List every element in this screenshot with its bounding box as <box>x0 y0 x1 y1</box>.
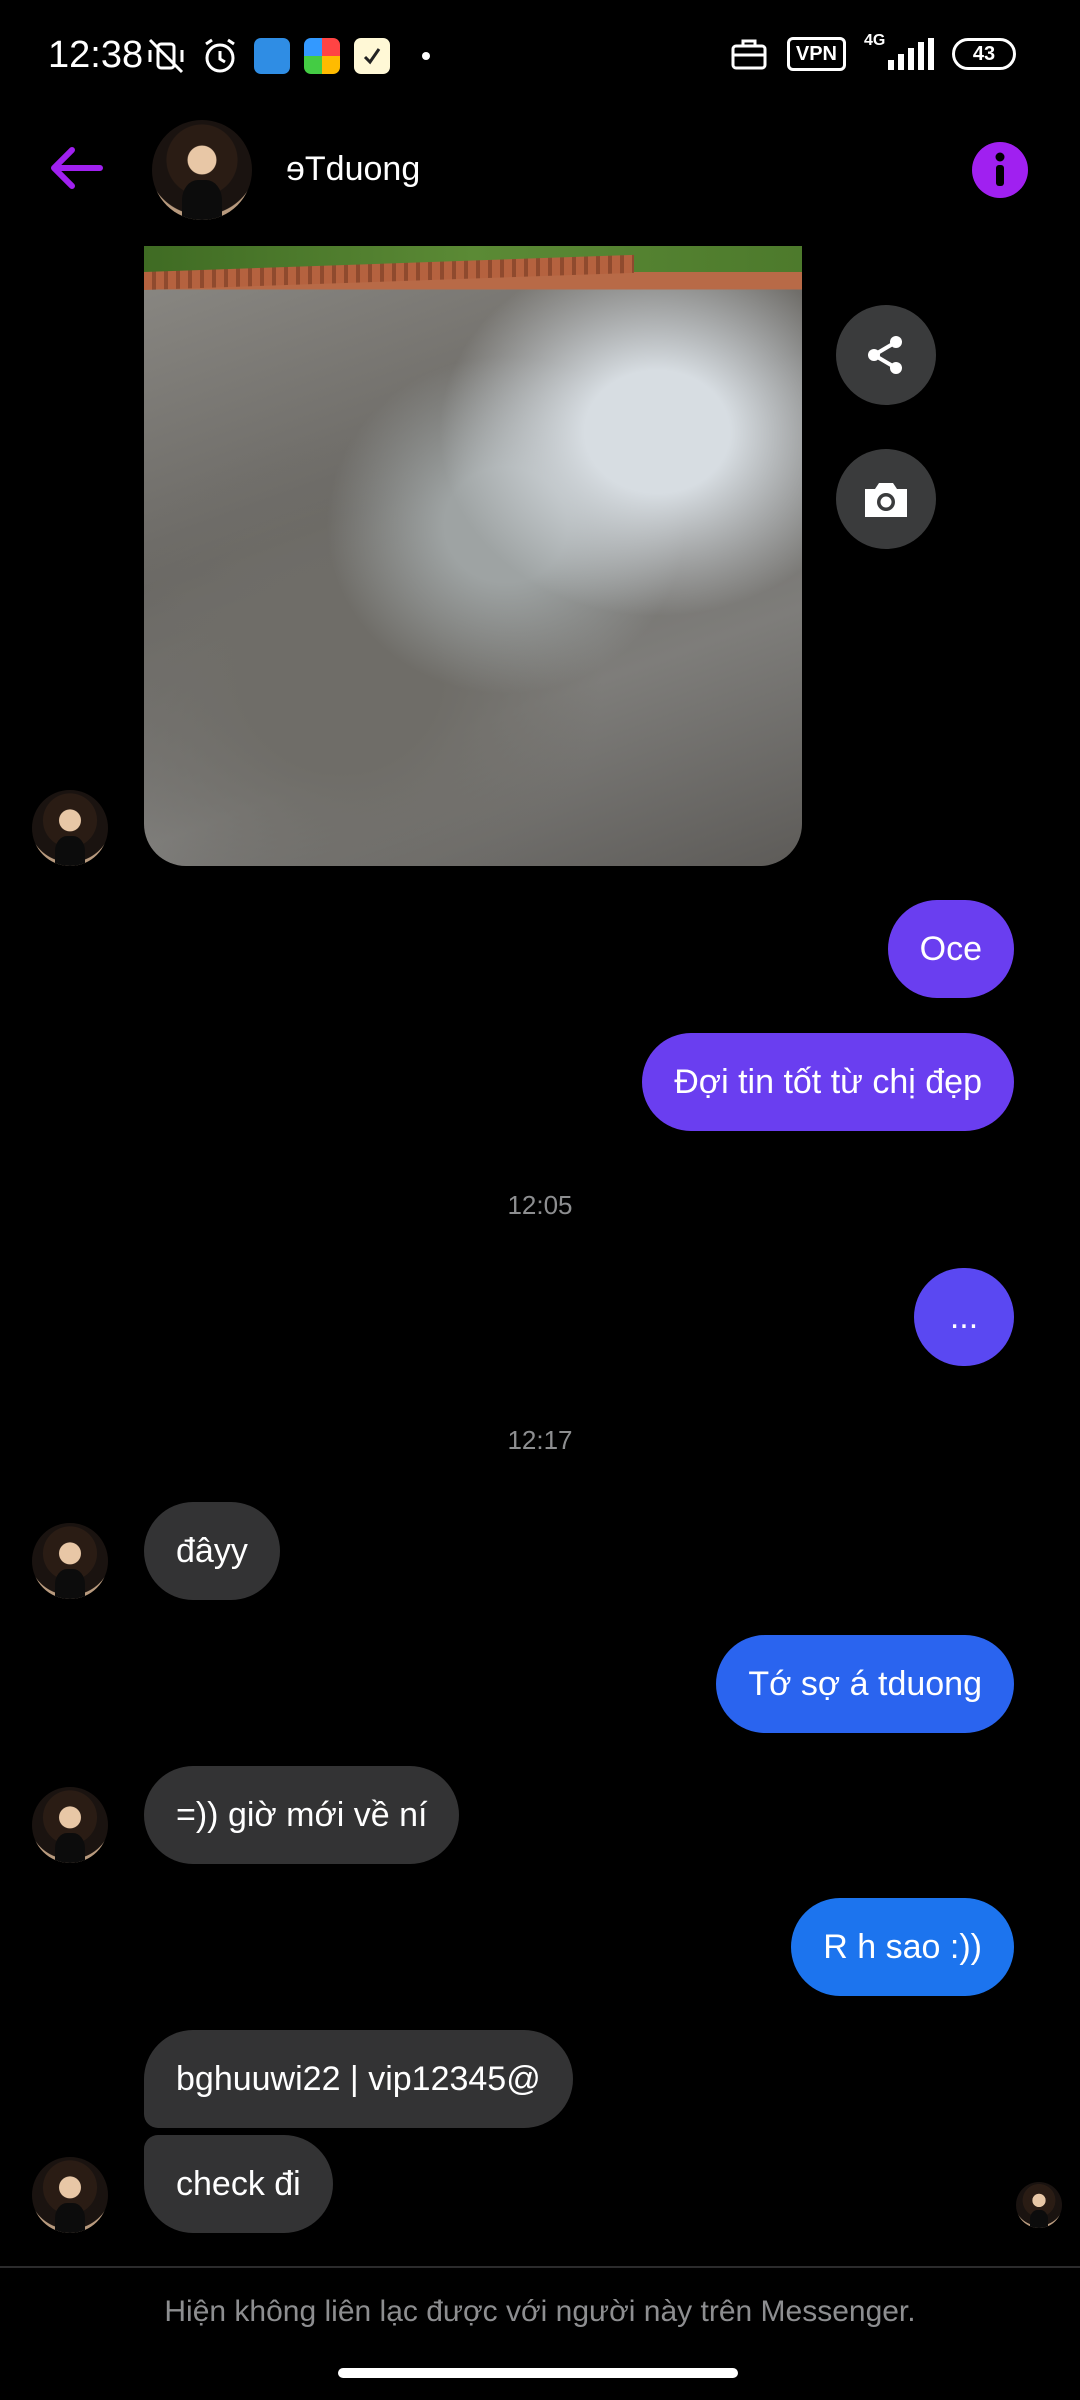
sender-avatar[interactable] <box>32 2157 108 2233</box>
back-button[interactable] <box>44 136 108 200</box>
photos-app-icon <box>304 38 340 74</box>
contact-name[interactable]: ɘTduong <box>286 150 420 189</box>
vibrate-off-icon <box>146 36 186 76</box>
share-icon <box>868 336 902 374</box>
seen-receipt-avatar <box>1016 2182 1062 2228</box>
message-bubble-in[interactable]: đâyy <box>144 1502 280 1600</box>
message-bubble-out[interactable]: Tớ sợ á tduong <box>716 1635 1014 1733</box>
sender-avatar[interactable] <box>32 1523 108 1599</box>
info-button[interactable] <box>972 142 1028 198</box>
network-type: 4G <box>864 32 886 49</box>
message-text: bghuuwi22 | vip12345@ <box>176 2060 541 2098</box>
footer-divider <box>0 2266 1080 2268</box>
battery-indicator: 43 <box>952 38 1016 70</box>
timestamp: 12:05 <box>507 1190 573 1220</box>
message-bubble-in[interactable]: =)) giờ mới về ní <box>144 1766 460 1864</box>
share-button[interactable] <box>836 305 936 405</box>
briefcase-icon <box>729 34 769 74</box>
message-text: Tớ sợ á tduong <box>748 1665 982 1703</box>
status-time: 12:38 <box>48 34 144 76</box>
sender-avatar[interactable] <box>32 1787 108 1863</box>
message-text: =)) giờ mới về ní <box>176 1796 428 1834</box>
message-text: Oce <box>919 930 982 968</box>
message-bubble-in[interactable]: check đi <box>144 2135 333 2233</box>
timestamp: 12:17 <box>507 1425 573 1455</box>
message-bubble-in[interactable]: bghuuwi22 | vip12345@ <box>144 2030 573 2128</box>
signal-icon: 4G <box>864 32 934 74</box>
message-text: R h sao :)) <box>823 1928 982 1966</box>
message-bubble-out[interactable]: ... <box>914 1268 1014 1366</box>
app-notification-icon <box>254 38 290 74</box>
contact-avatar[interactable] <box>152 120 252 220</box>
status-bar: 12:38 VPN 4G 43 <box>0 0 1080 110</box>
received-photo[interactable] <box>144 246 802 866</box>
camera-icon <box>865 483 907 517</box>
sender-avatar[interactable] <box>32 790 108 866</box>
message-text: ... <box>949 1298 979 1336</box>
message-text: check đi <box>176 2165 301 2203</box>
message-text: đâyy <box>176 1532 248 1570</box>
unavailable-notice: Hiện không liên lạc được với người này t… <box>164 2295 916 2328</box>
back-arrow-icon <box>51 147 103 189</box>
info-icon <box>972 142 1028 198</box>
home-indicator[interactable] <box>338 2368 738 2378</box>
save-photo-button[interactable] <box>836 449 936 549</box>
chat-header: ɘTduong <box>0 110 1080 230</box>
message-bubble-out[interactable]: Đợi tin tốt từ chị đẹp <box>642 1033 1014 1131</box>
message-text: Đợi tin tốt từ chị đẹp <box>674 1063 982 1101</box>
alarm-icon <box>200 36 240 76</box>
more-notifications-dot <box>422 52 430 60</box>
message-bubble-out[interactable]: Oce <box>887 900 1014 998</box>
vpn-badge: VPN <box>786 37 846 71</box>
notes-app-icon <box>354 38 390 74</box>
message-bubble-out[interactable]: R h sao :)) <box>791 1898 1014 1996</box>
